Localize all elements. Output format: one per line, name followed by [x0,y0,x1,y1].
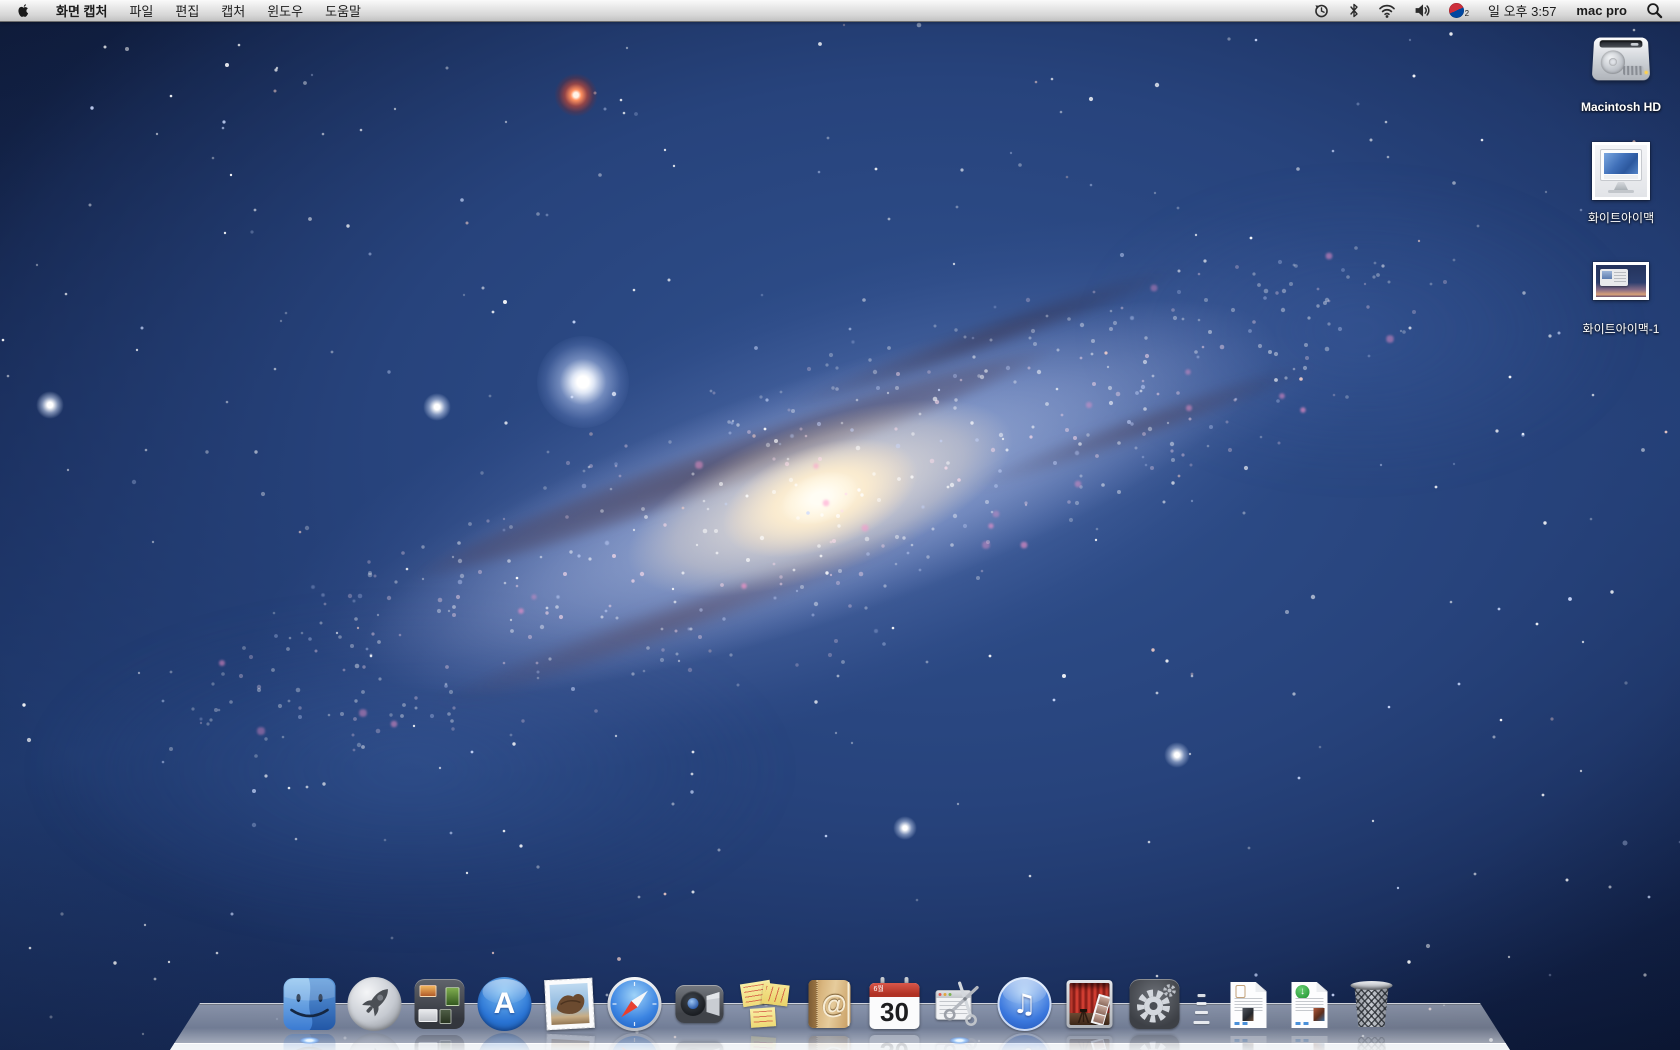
bluetooth-icon [1348,2,1360,19]
image-preview-icon [1593,262,1649,300]
user-menu[interactable]: mac pro [1568,3,1635,18]
address-book-at-glyph: @ [818,980,851,1028]
dock-separator [1193,977,1211,1031]
menu-edit[interactable]: 편집 [164,0,210,21]
desktop: 화면 캡처 파일 편집 캡처 윈도우 도움말 [0,0,1680,1050]
facetime-icon[interactable] [673,977,727,1031]
menu-window[interactable]: 윈도우 [256,0,314,21]
menu-app-name[interactable]: 화면 캡처 [45,0,118,21]
itunes-icon[interactable]: ♫ [998,977,1052,1031]
input-source-menu[interactable]: 2 [1442,0,1476,21]
launchpad-icon[interactable] [348,977,402,1031]
document-icon[interactable] [1222,977,1272,1031]
desktop-icon-white-imac-1[interactable]: 화이트아이맥-1 [1571,262,1671,337]
music-note-glyph: ♫ [998,977,1052,1031]
volume-icon [1414,3,1431,18]
spotlight-menu[interactable] [1639,0,1670,21]
time-machine-icon [1313,2,1330,19]
menu-clock[interactable]: 일 오후 3:57 [1480,1,1564,20]
bluetooth-menu[interactable] [1341,0,1367,21]
icon-label: 화이트아이맥 [1588,209,1654,226]
menu-help[interactable]: 도움말 [314,0,372,21]
desktop-icon-macintosh-hd[interactable]: Macintosh HD [1571,28,1671,114]
stickies-icon[interactable] [738,977,792,1031]
vignette [0,0,1680,1050]
ical-icon[interactable]: 6월 30 [868,977,922,1031]
wifi-icon [1378,3,1396,18]
safari-icon[interactable] [608,977,662,1031]
running-indicator [300,1037,320,1044]
apple-menu[interactable] [0,0,45,21]
time-machine-menu[interactable] [1306,0,1337,21]
korean-flag-icon [1449,3,1464,18]
wifi-menu[interactable] [1371,0,1403,21]
menu-bar: 화면 캡처 파일 편집 캡처 윈도우 도움말 [0,0,1680,22]
icon-label: Macintosh HD [1581,100,1661,114]
download-document-icon[interactable]: ↓ [1283,977,1333,1031]
mail-icon[interactable] [543,977,597,1031]
finder-icon[interactable] [283,977,337,1031]
image-preview-icon [1592,142,1650,200]
system-preferences-icon[interactable] [1128,977,1182,1031]
dock: A [0,920,1680,1050]
wallpaper-andromeda [0,0,1680,1050]
apple-logo-icon [16,2,31,19]
spotlight-icon [1646,2,1663,19]
app-store-icon[interactable]: A [478,977,532,1031]
calendar-month: 6월 [870,983,920,997]
running-indicator [950,1037,970,1044]
address-book-icon[interactable]: @ [803,977,857,1031]
icon-label: 화이트아이맥-1 [1583,320,1660,337]
calendar-day: 30 [870,996,920,1029]
menu-capture[interactable]: 캡처 [210,0,256,21]
download-badge: ↓ [1296,985,1310,999]
app-store-a-glyph: A [478,977,532,1031]
photo-booth-icon[interactable] [1063,977,1117,1031]
mission-control-icon[interactable] [413,977,467,1031]
volume-menu[interactable] [1407,0,1438,21]
grab-icon[interactable] [933,977,987,1031]
desktop-icon-white-imac[interactable]: 화이트아이맥 [1571,142,1671,226]
hard-drive-icon [1592,28,1650,88]
korean-input-badge: 2 [1465,9,1469,21]
menu-file[interactable]: 파일 [118,0,164,21]
trash-icon[interactable] [1344,977,1398,1031]
